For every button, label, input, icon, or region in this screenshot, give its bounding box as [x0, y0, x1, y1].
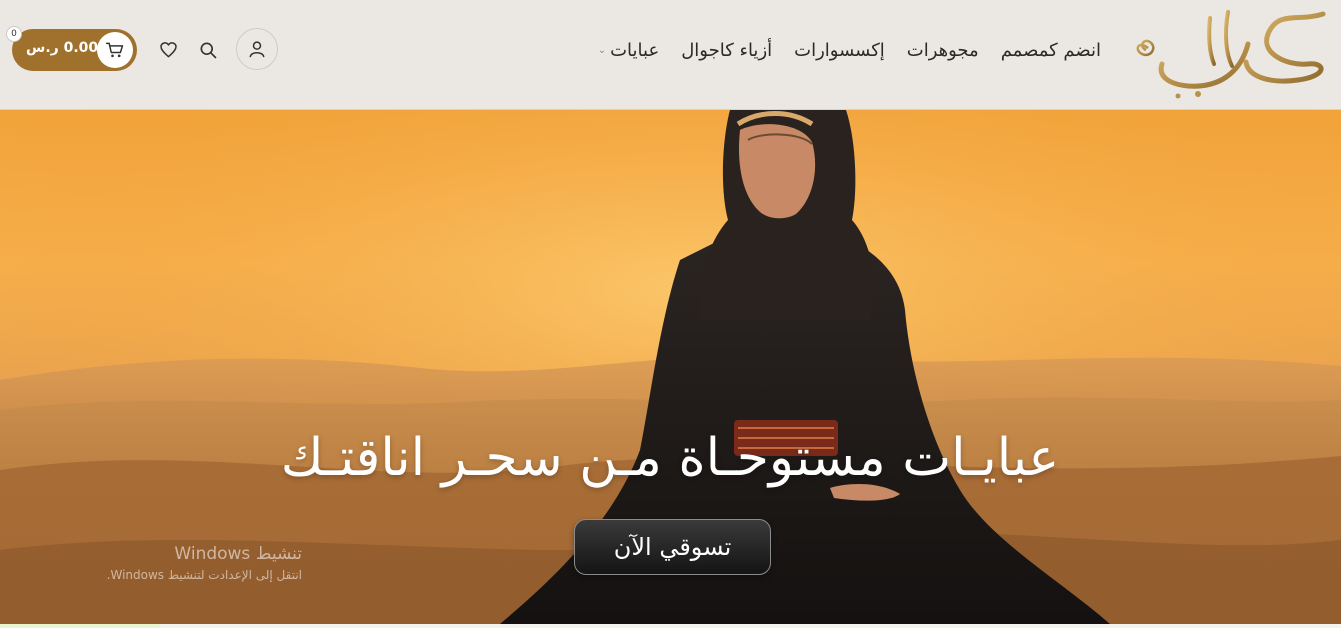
nav-item-join-designer[interactable]: انضم كمصمم: [1001, 40, 1101, 61]
nav-item-label: عبايات: [610, 39, 660, 61]
nav-item-casual[interactable]: أزياء كاجوال: [681, 40, 772, 61]
main-nav: عبايات ⌄ أزياء كاجوال إكسسوارات مجوهرات …: [598, 36, 1101, 64]
nav-item-label: مجوهرات: [906, 39, 979, 61]
nav-item-jewelry[interactable]: مجوهرات: [907, 40, 979, 61]
logo-calligraphy-icon: [1136, 10, 1326, 99]
search-icon: [200, 42, 217, 59]
cart-icon: [105, 42, 124, 58]
heart-icon: [159, 42, 177, 58]
bottom-strip-accent: [0, 624, 160, 628]
watermark-subtitle: انتقل إلى الإعدادت لتنشيط Windows.: [106, 568, 302, 582]
cart-button[interactable]: 0.00 ر.س: [12, 29, 137, 71]
search-button[interactable]: [194, 36, 222, 64]
cart-icon-wrap: [97, 32, 133, 68]
watermark-title: تنشيط Windows: [174, 544, 302, 564]
cart-total: 0.00 ر.س: [26, 40, 99, 56]
nav-item-accessories[interactable]: إكسسوارات: [794, 40, 885, 61]
bottom-strip: [0, 624, 1341, 628]
site-header: عبايات ⌄ أزياء كاجوال إكسسوارات مجوهرات …: [0, 0, 1341, 110]
user-icon: [249, 41, 265, 58]
nav-item-label: أزياء كاجوال: [681, 39, 773, 61]
wishlist-button[interactable]: [154, 36, 182, 64]
site-logo[interactable]: [1128, 4, 1333, 104]
nav-item-abayas[interactable]: عبايات ⌄: [598, 40, 660, 61]
nav-item-label: إكسسوارات: [794, 39, 885, 61]
account-button[interactable]: [236, 28, 278, 70]
windows-activation-watermark: تنشيط Windows انتقل إلى الإعدادت لتنشيط …: [62, 544, 302, 582]
hero-banner: عبايـات مستوحـاة مـن سحـر اناقتـك تسوقي …: [0, 110, 1341, 624]
shop-now-button[interactable]: تسوقي الآن: [574, 519, 771, 575]
nav-item-label: انضم كمصمم: [1000, 39, 1101, 61]
cart-count-badge: 0: [6, 26, 22, 42]
header-actions: 0.00 ر.س 0: [0, 0, 300, 110]
chevron-down-icon: ⌄: [597, 44, 607, 56]
hero-title: عبايـات مستوحـاة مـن سحـر اناقتـك: [280, 428, 1060, 488]
